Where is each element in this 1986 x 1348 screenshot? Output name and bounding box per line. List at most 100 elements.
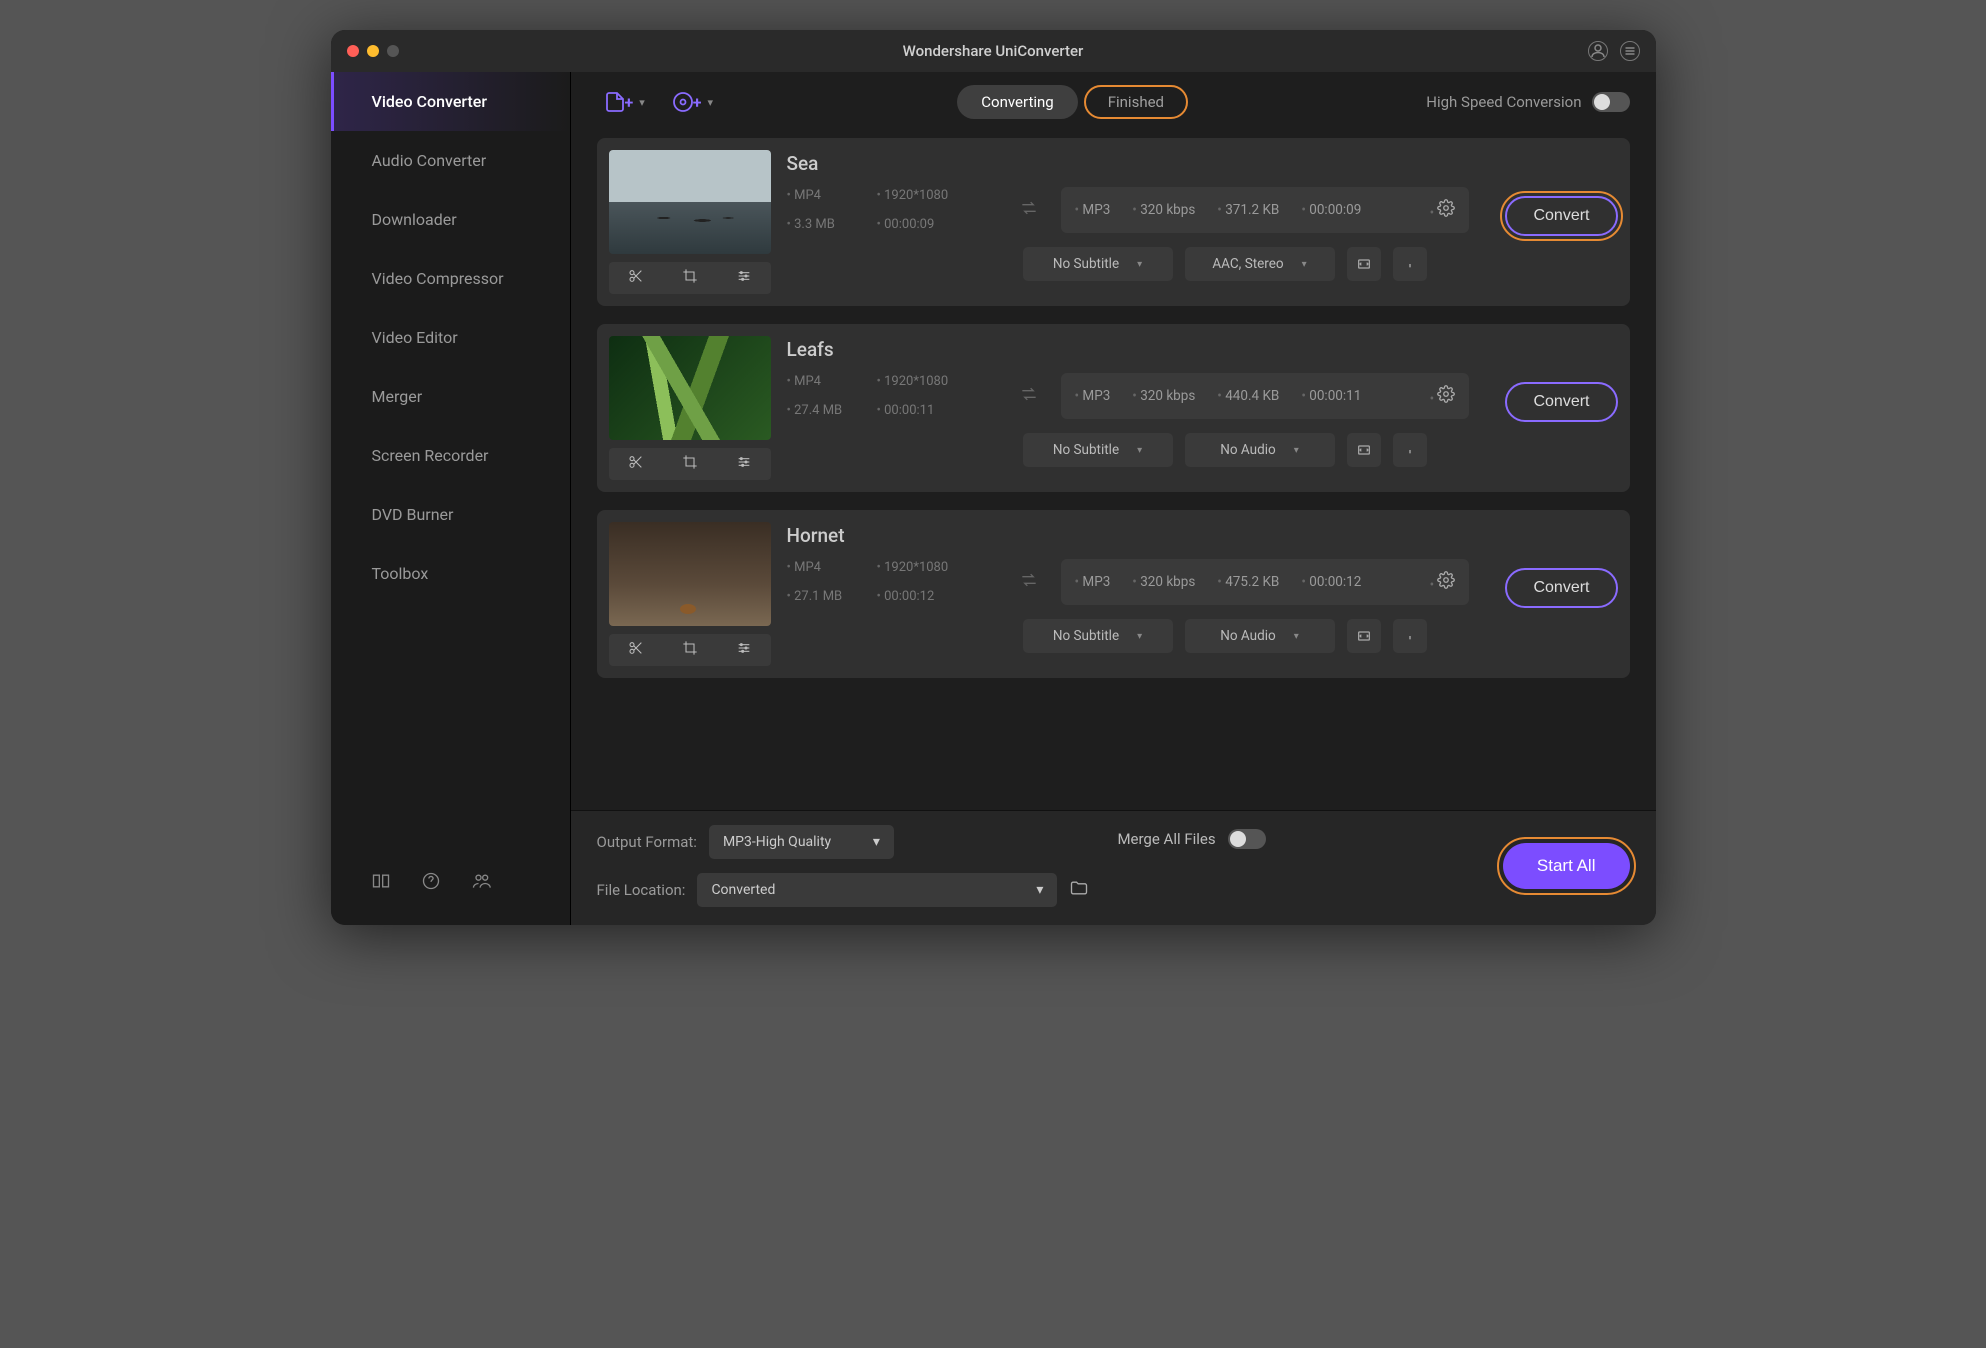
chevron-down-icon: ▾: [873, 834, 880, 850]
expand-button[interactable]: [1347, 247, 1381, 281]
sidebar-item-dvd-burner[interactable]: DVD Burner: [331, 485, 570, 544]
src-format: MP4: [787, 374, 877, 389]
merge-all-label: Merge All Files: [1117, 830, 1215, 848]
video-name: Hornet: [787, 524, 1470, 547]
audio-select[interactable]: No Audio▾: [1185, 619, 1335, 653]
trim-icon[interactable]: [628, 640, 644, 660]
audio-value: No Audio: [1220, 628, 1275, 644]
trim-icon[interactable]: [628, 268, 644, 288]
src-format: MP4: [787, 188, 877, 203]
tab-converting[interactable]: Converting: [957, 85, 1077, 119]
sidebar-item-video-converter[interactable]: Video Converter: [331, 72, 570, 131]
sidebar-item-merger[interactable]: Merger: [331, 367, 570, 426]
sidebar-item-toolbox[interactable]: Toolbox: [331, 544, 570, 603]
convert-button[interactable]: Convert: [1505, 196, 1617, 236]
target-settings: MP3 320 kbps 371.2 KB 00:00:09: [1061, 187, 1470, 233]
expand-button[interactable]: [1347, 619, 1381, 653]
toolbar: + ▾ + ▾ Converting Finished High Speed C…: [571, 72, 1656, 132]
add-disc-button[interactable]: + ▾: [665, 84, 719, 120]
info-button[interactable]: [1393, 433, 1427, 467]
video-thumbnail[interactable]: [609, 522, 771, 626]
src-resolution: 1920*1080: [877, 188, 997, 203]
settings-button[interactable]: [1430, 571, 1456, 593]
sidebar-item-downloader[interactable]: Downloader: [331, 190, 570, 249]
sidebar-item-audio-converter[interactable]: Audio Converter: [331, 131, 570, 190]
app-window: Wondershare UniConverter Video Converter…: [331, 30, 1656, 925]
chevron-down-icon: ▾: [1137, 445, 1142, 456]
video-thumbnail[interactable]: [609, 336, 771, 440]
subtitle-value: No Subtitle: [1053, 442, 1119, 458]
audio-select[interactable]: AAC, Stereo ▾: [1185, 247, 1335, 281]
target-settings: MP3 320 kbps 440.4 KB 00:00:11: [1061, 373, 1470, 419]
subtitle-value: No Subtitle: [1053, 628, 1119, 644]
sidebar: Video ConverterAudio ConverterDownloader…: [331, 72, 571, 925]
info-button[interactable]: [1393, 619, 1427, 653]
crop-icon[interactable]: [682, 454, 698, 474]
dst-duration: 00:00:09: [1301, 202, 1361, 218]
crop-icon[interactable]: [682, 268, 698, 288]
effects-icon[interactable]: [736, 268, 752, 288]
output-format-select[interactable]: MP3-High Quality ▾: [709, 825, 894, 859]
subtitle-value: No Subtitle: [1053, 256, 1119, 272]
high-speed-toggle[interactable]: [1592, 92, 1630, 112]
chevron-down-icon: ▾: [639, 96, 645, 109]
effects-icon[interactable]: [736, 454, 752, 474]
src-size: 3.3 MB: [787, 217, 877, 232]
file-location-value: Converted: [711, 882, 775, 898]
src-duration: 00:00:12: [877, 589, 997, 604]
trim-icon[interactable]: [628, 454, 644, 474]
src-duration: 00:00:09: [877, 217, 997, 232]
convert-arrow-icon: [1019, 198, 1039, 222]
chevron-down-icon: ▾: [1294, 445, 1299, 456]
video-row: Leafs MP4 1920*1080 27.4 MB 00:00:11 MP3…: [597, 324, 1630, 492]
share-icon[interactable]: [471, 871, 491, 895]
expand-button[interactable]: [1347, 433, 1381, 467]
effects-icon[interactable]: [736, 640, 752, 660]
chevron-down-icon: ▾: [1302, 259, 1307, 270]
video-thumbnail[interactable]: [609, 150, 771, 254]
sidebar-item-video-editor[interactable]: Video Editor: [331, 308, 570, 367]
sidebar-item-video-compressor[interactable]: Video Compressor: [331, 249, 570, 308]
open-folder-button[interactable]: [1069, 878, 1089, 902]
dst-format: MP3: [1075, 574, 1111, 590]
guide-icon[interactable]: [371, 871, 391, 895]
info-button[interactable]: [1393, 247, 1427, 281]
titlebar: Wondershare UniConverter: [331, 30, 1656, 72]
dst-duration: 00:00:12: [1301, 574, 1361, 590]
dst-format: MP3: [1075, 202, 1111, 218]
video-name: Leafs: [787, 338, 1470, 361]
audio-value: AAC, Stereo: [1212, 256, 1283, 272]
video-row: Hornet MP4 1920*1080 27.1 MB 00:00:12 MP…: [597, 510, 1630, 678]
start-all-button[interactable]: Start All: [1503, 843, 1630, 889]
crop-icon[interactable]: [682, 640, 698, 660]
dst-size: 475.2 KB: [1217, 574, 1279, 590]
sidebar-item-screen-recorder[interactable]: Screen Recorder: [331, 426, 570, 485]
merge-all-toggle[interactable]: [1228, 829, 1266, 849]
settings-button[interactable]: [1430, 199, 1456, 221]
settings-button[interactable]: [1430, 385, 1456, 407]
dst-size: 440.4 KB: [1217, 388, 1279, 404]
file-location-select[interactable]: Converted ▾: [697, 873, 1057, 907]
convert-button[interactable]: Convert: [1505, 382, 1617, 422]
src-resolution: 1920*1080: [877, 560, 997, 575]
convert-arrow-icon: [1019, 570, 1039, 594]
dst-duration: 00:00:11: [1301, 388, 1361, 404]
src-duration: 00:00:11: [877, 403, 997, 418]
tab-finished[interactable]: Finished: [1084, 85, 1188, 119]
convert-arrow-icon: [1019, 384, 1039, 408]
subtitle-select[interactable]: No Subtitle ▾: [1023, 433, 1173, 467]
dst-size: 371.2 KB: [1217, 202, 1279, 218]
audio-value: No Audio: [1220, 442, 1275, 458]
help-icon[interactable]: [421, 871, 441, 895]
high-speed-label: High Speed Conversion: [1426, 93, 1581, 111]
subtitle-select[interactable]: No Subtitle▾: [1023, 619, 1173, 653]
convert-button[interactable]: Convert: [1505, 568, 1617, 608]
subtitle-select[interactable]: No Subtitle▾: [1023, 247, 1173, 281]
dst-bitrate: 320 kbps: [1132, 202, 1195, 218]
output-format-value: MP3-High Quality: [723, 834, 831, 850]
src-size: 27.4 MB: [787, 403, 877, 418]
src-format: MP4: [787, 560, 877, 575]
audio-select[interactable]: No Audio ▾: [1185, 433, 1335, 467]
add-file-button[interactable]: + ▾: [597, 84, 651, 120]
dst-format: MP3: [1075, 388, 1111, 404]
